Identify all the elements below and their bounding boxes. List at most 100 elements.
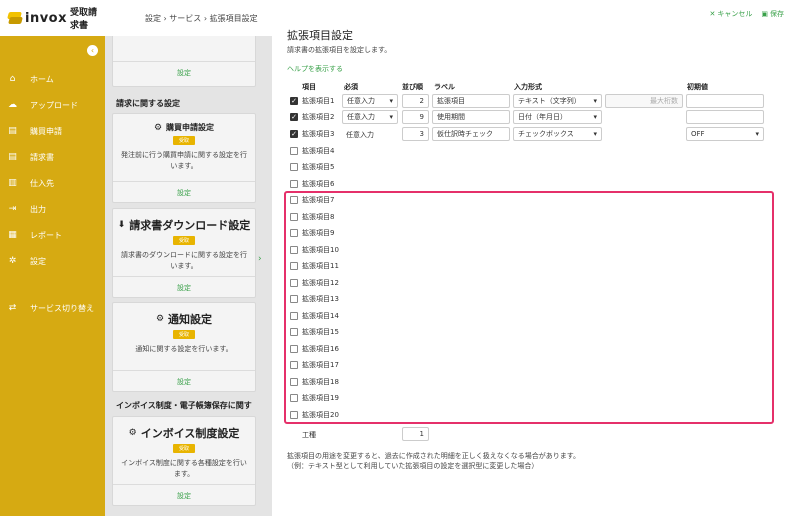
breadcrumb: 設定 › サービス › 拡張項目設定	[105, 0, 272, 36]
enable-checkbox[interactable]: ✓	[290, 130, 298, 138]
extension-row: ✓ 拡張項目3	[290, 127, 334, 141]
breadcrumb-text[interactable]: 設定 › サービス › 拡張項目設定	[145, 13, 258, 24]
required-select[interactable]: 任意入力	[342, 110, 398, 124]
input-type-select[interactable]: テキスト（文字列）	[513, 94, 602, 108]
card-divider	[113, 181, 255, 182]
extension-row: ✓ 拡張項目2	[290, 110, 334, 124]
order-input[interactable]: 2	[402, 94, 429, 108]
logo-subtitle: 受取請求書	[70, 8, 98, 31]
input-type-select[interactable]: 日付（年月日）	[513, 110, 602, 124]
gears-icon: ⚙	[128, 428, 137, 438]
sidebar-item-settings[interactable]: ✲ 設定	[0, 248, 105, 274]
row-label: 拡張項目2	[302, 113, 335, 121]
save-button[interactable]: ▣ 保存	[761, 9, 784, 19]
card-settings-link[interactable]: 設定	[113, 283, 255, 293]
sidebar-item-upload[interactable]: ☁ アップロード	[0, 92, 105, 118]
chevron-left-icon[interactable]: ‹	[87, 45, 98, 56]
card-description: 請求書のダウンロードに関する設定を行います。	[121, 251, 247, 270]
sidebar-item-label: 仕入先	[30, 178, 54, 188]
card-title-text: 購買申請設定	[166, 123, 215, 132]
sidebar-item-label: 出力	[30, 204, 46, 214]
default-value-input[interactable]	[686, 110, 764, 124]
work-type-order-input[interactable]: 1	[402, 427, 429, 441]
label-input[interactable]: 仮仕訳時チェック	[432, 127, 510, 141]
label-input[interactable]: 拡張項目	[432, 94, 510, 108]
order-input[interactable]: 9	[402, 110, 429, 124]
sidebar-item-export[interactable]: ⇥ 出力	[0, 196, 105, 222]
card-description: 発注前に行う購買申請に関する設定を行います。	[121, 151, 247, 170]
column-header-default: 初期値	[687, 83, 708, 91]
work-type-label: 工種	[302, 431, 316, 439]
receive-badge: 受取	[173, 236, 195, 245]
section-heading-invoice-system: インボイス制度・電子帳簿保存に関す	[116, 401, 252, 410]
enable-checkbox[interactable]: ✓	[290, 97, 298, 105]
card-settings-link[interactable]: 設定	[113, 68, 255, 78]
column-header-label: ラベル	[434, 83, 455, 91]
chart-icon: ▦	[8, 230, 17, 240]
document-icon: ▤	[8, 126, 17, 136]
card-settings-link[interactable]: 設定	[113, 491, 255, 501]
panel-actions: ✕ キャンセル ▣ 保存	[710, 9, 785, 19]
card-title: ⚙ 通知設定	[113, 311, 255, 327]
card-description: 通知に関する設定を行います。	[135, 345, 233, 353]
save-icon: ▣	[761, 10, 768, 18]
column-header-order: 並び順	[402, 83, 423, 91]
building-icon: ▥	[8, 178, 17, 188]
cancel-button[interactable]: ✕ キャンセル	[710, 9, 753, 19]
extension-settings-panel: ✕ キャンセル ▣ 保存 拡張項目設定 請求書の拡張項目を設定します。 ヘルプを表示…	[272, 0, 800, 516]
row-label: 拡張項目5	[302, 163, 335, 171]
extension-row: 拡張項目6	[290, 177, 334, 191]
sidebar-item-suppliers[interactable]: ▥ 仕入先	[0, 170, 105, 196]
sidebar-item-label: レポート	[30, 230, 62, 240]
save-label: 保存	[770, 10, 784, 18]
sidebar-item-label: 請求書	[30, 152, 54, 162]
logo[interactable]: invox 受取請求書	[0, 0, 105, 36]
card-title: ⚙ インボイス制度設定	[113, 425, 255, 441]
card-title: ⚙ 購買申請設定	[113, 122, 255, 133]
card-description: インボイス制度に関する各種設定を行います。	[121, 459, 247, 478]
enable-checkbox[interactable]	[290, 163, 298, 171]
required-select[interactable]: 任意入力	[342, 94, 398, 108]
logo-icon	[7, 11, 21, 25]
gears-icon: ⚙	[155, 314, 165, 324]
settings-card-previous: 設定	[112, 36, 256, 87]
enable-checkbox[interactable]: ✓	[290, 113, 298, 121]
extension-row: 拡張項目5	[290, 160, 334, 174]
extension-row: 拡張項目4	[290, 144, 334, 158]
card-settings-link[interactable]: 設定	[113, 188, 255, 198]
card-title: ⬇ 請求書ダウンロード設定	[113, 217, 255, 233]
document-icon: ▤	[8, 152, 17, 162]
enable-checkbox[interactable]	[290, 180, 298, 188]
max-digits-input[interactable]: 最大桁数	[605, 94, 683, 108]
column-header-required: 必須	[344, 83, 358, 91]
switch-service-button[interactable]: ⇄ サービス切り替え	[0, 295, 105, 321]
enable-checkbox[interactable]	[290, 147, 298, 155]
label-input[interactable]: 使用期間	[432, 110, 510, 124]
logo-text: invox	[24, 10, 67, 26]
card-settings-link[interactable]: 設定	[113, 377, 255, 387]
sidebar-item-home[interactable]: ⌂ ホーム	[0, 66, 105, 92]
download-icon: ⬇	[117, 220, 126, 230]
page-description: 請求書の拡張項目を設定します。	[287, 46, 392, 54]
extension-row: ✓ 拡張項目1	[290, 94, 334, 108]
help-link[interactable]: ヘルプを表示する	[287, 64, 343, 74]
row-label: 拡張項目1	[302, 97, 335, 105]
row-label: 拡張項目3	[302, 130, 335, 138]
page-title: 拡張項目設定	[287, 29, 353, 42]
input-type-select[interactable]: チェックボックス	[513, 127, 602, 141]
column-header-input-type: 入力形式	[514, 83, 542, 91]
sidebar-item-label: 設定	[30, 256, 46, 266]
switch-icon: ⇄	[8, 303, 17, 313]
default-value-input[interactable]	[686, 94, 764, 108]
default-value-select[interactable]: OFF	[686, 127, 764, 141]
required-text: 任意入力	[346, 131, 374, 139]
sidebar-item-reports[interactable]: ▦ レポート	[0, 222, 105, 248]
sidebar-item-purchase-request[interactable]: ▤ 購買申請	[0, 118, 105, 144]
sidebar-item-invoices[interactable]: ▤ 請求書	[0, 144, 105, 170]
card-divider	[113, 276, 255, 277]
chevron-right-icon[interactable]: ›	[258, 254, 262, 264]
receive-badge: 受取	[173, 136, 195, 145]
order-input[interactable]: 3	[402, 127, 429, 141]
settings-card-purchase-request: ⚙ 購買申請設定 受取 発注前に行う購買申請に関する設定を行います。 設定	[112, 113, 256, 203]
sidebar-nav: ⌂ ホーム ☁ アップロード ▤ 購買申請 ▤ 請求書 ▥ 仕入先 ⇥ 出力 ▦ レポート ✲…	[0, 66, 105, 321]
